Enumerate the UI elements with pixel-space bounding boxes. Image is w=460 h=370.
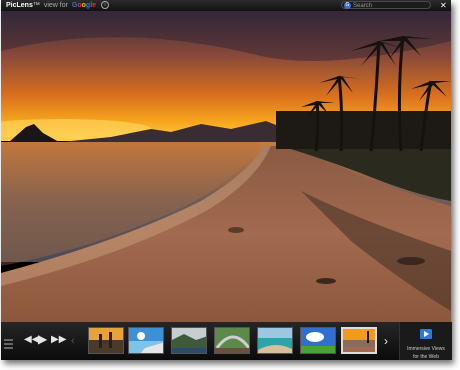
thumbnail-3[interactable] — [171, 327, 207, 354]
thumbnail-7-selected[interactable] — [341, 327, 377, 354]
play-icon[interactable]: ▶ — [38, 332, 47, 346]
brand-name: PicLens — [6, 2, 33, 9]
main-photo[interactable] — [1, 11, 451, 322]
thumbnail-6[interactable] — [300, 327, 336, 354]
immersive-views-button[interactable]: Immersive Views for the Web — [399, 322, 452, 360]
bottom-bar: ◀◀ ▶ ▶▶ ‹ › Immersive Views for the Web — [1, 322, 452, 360]
chevron-right-icon[interactable]: › — [384, 334, 388, 348]
piclens-window: PicLens™ view for Google i G Search ✕ ◀◀… — [1, 0, 452, 360]
thumbnail-1[interactable] — [88, 327, 124, 354]
app-title: PicLens™ view for Google i — [6, 0, 109, 11]
google-g-icon: G — [344, 2, 351, 9]
view-for-label: view for — [43, 2, 68, 9]
piclens-play-icon — [420, 329, 432, 339]
chevron-left-icon[interactable]: ‹ — [71, 335, 75, 347]
trademark: ™ — [32, 2, 40, 9]
google-logo: Google — [71, 2, 97, 9]
list-view-icon[interactable] — [4, 339, 13, 349]
close-icon[interactable]: ✕ — [440, 0, 447, 11]
search-placeholder: Search — [353, 3, 373, 9]
top-bar: PicLens™ view for Google i G Search ✕ — [1, 0, 451, 11]
immersive-line-1: Immersive Views — [407, 346, 445, 352]
thumbnail-4[interactable] — [214, 327, 250, 354]
immersive-line-2: for the Web — [413, 354, 439, 360]
thumbnail-5[interactable] — [257, 327, 293, 354]
thumbnail-2[interactable] — [128, 327, 164, 354]
fast-forward-icon[interactable]: ▶▶ — [51, 334, 66, 345]
search-input[interactable]: G Search — [341, 1, 431, 9]
info-icon[interactable]: i — [101, 1, 109, 10]
